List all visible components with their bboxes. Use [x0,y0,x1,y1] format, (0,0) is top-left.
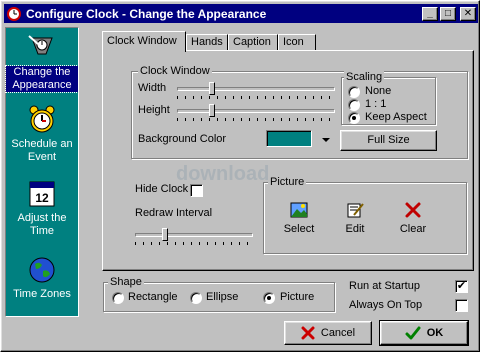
minimize-button[interactable]: _ [422,6,438,21]
globe-icon [26,254,58,286]
ok-check-icon [405,326,421,340]
clock-window-group: Clock Window Width Height Background Col… [131,64,468,159]
clear-picture-button[interactable]: Clear [388,197,438,245]
ok-button[interactable]: OK [379,320,469,346]
always-on-top-checkbox[interactable] [455,299,468,312]
ok-label: OK [426,327,444,339]
edit-label: Edit [345,223,365,235]
run-at-startup-checkbox[interactable]: ✔ [455,280,468,293]
sidebar-item-time-zones[interactable]: Time Zones [6,254,78,301]
picture-group-title: Picture [268,175,307,189]
tab-hands[interactable]: Hands [186,34,228,51]
height-label: Height [138,104,170,116]
scaling-group: Scaling None 1 : 1 Keep Aspect [341,70,436,125]
scaling-none-radio[interactable] [348,86,360,98]
tab-caption[interactable]: Caption [228,34,278,51]
close-button[interactable]: ✕ [460,6,476,21]
edit-picture-button[interactable]: Edit [330,197,380,245]
clear-x-icon [404,201,422,219]
window-title: Configure Clock - Change the Appearance [26,6,267,21]
svg-text:12: 12 [35,191,49,205]
shape-rectangle-label: Rectangle [128,291,178,303]
alarm-clock-icon [26,104,58,136]
shape-ellipse-radio[interactable] [190,292,202,304]
width-slider-thumb[interactable] [209,82,215,95]
tab-clock-window[interactable]: Clock Window [102,31,186,52]
background-color-swatch[interactable] [266,130,312,147]
redraw-interval-slider-thumb[interactable] [162,228,168,241]
select-picture-button[interactable]: Select [274,197,324,245]
cancel-x-icon [301,326,315,340]
sidebar-item-label: Change the Appearance [5,65,79,93]
sidebar-item-adjust-time[interactable]: 12 Adjust the Time [6,178,78,238]
sidebar-item-label: Schedule an Event [11,138,73,163]
always-on-top-label: Always On Top [349,299,423,311]
full-size-button[interactable]: Full Size [340,130,437,151]
scaling-1to1-radio[interactable] [348,99,360,111]
picture-group: Picture Select Edit Clear [263,175,467,254]
maximize-button[interactable]: □ [440,6,456,21]
scaling-keep-aspect-radio[interactable] [348,112,360,124]
scaling-group-title: Scaling [344,70,385,84]
clock-window-tab-panel: Clock Window Width Height Background Col… [102,50,474,271]
clear-label: Clear [399,223,427,235]
edit-icon [346,201,364,219]
run-at-startup-label: Run at Startup [349,280,420,292]
title-bar[interactable]: Configure Clock - Change the Appearance … [4,4,478,23]
sidebar-item-label: Time Zones [13,288,71,300]
background-color-label: Background Color [138,133,227,145]
calendar-12-icon: 12 [26,178,58,210]
redraw-interval-label: Redraw Interval [135,207,213,219]
shape-rectangle-radio[interactable] [112,292,124,304]
shape-picture-label: Picture [280,291,315,303]
tab-icon[interactable]: Icon [278,34,316,51]
clock-app-icon [6,6,22,22]
shape-group-title: Shape [108,275,144,289]
sidebar-item-schedule-event[interactable]: Schedule an Event [6,104,78,164]
sidebar-item-change-appearance[interactable]: Change the Appearance [5,32,79,93]
configure-clock-window: Configure Clock - Change the Appearance … [0,0,480,352]
sidebar-item-label: Adjust the Time [17,212,67,237]
shape-group: Shape Rectangle Ellipse Picture [103,275,335,312]
shape-ellipse-label: Ellipse [206,291,239,303]
scaling-keep-aspect-label: Keep Aspect [365,111,427,123]
scaling-1to1-label: 1 : 1 [365,98,387,110]
width-label: Width [138,82,167,94]
clock-window-group-title: Clock Window [138,64,212,78]
redraw-interval-slider[interactable] [135,228,253,245]
cancel-button[interactable]: Cancel [284,321,372,345]
width-slider[interactable] [177,82,335,99]
cancel-label: Cancel [320,327,356,339]
chevron-down-icon[interactable] [322,138,330,142]
picture-icon [290,201,308,219]
sidebar: Change the Appearance Schedule an Event … [5,27,79,317]
select-label: Select [283,223,315,235]
watermark-logo: download [176,163,270,185]
scaling-none-label: None [365,85,392,97]
height-slider-thumb[interactable] [209,104,215,117]
height-slider[interactable] [177,104,335,121]
appearance-clock-icon [26,32,58,64]
shape-picture-radio[interactable] [263,292,275,304]
